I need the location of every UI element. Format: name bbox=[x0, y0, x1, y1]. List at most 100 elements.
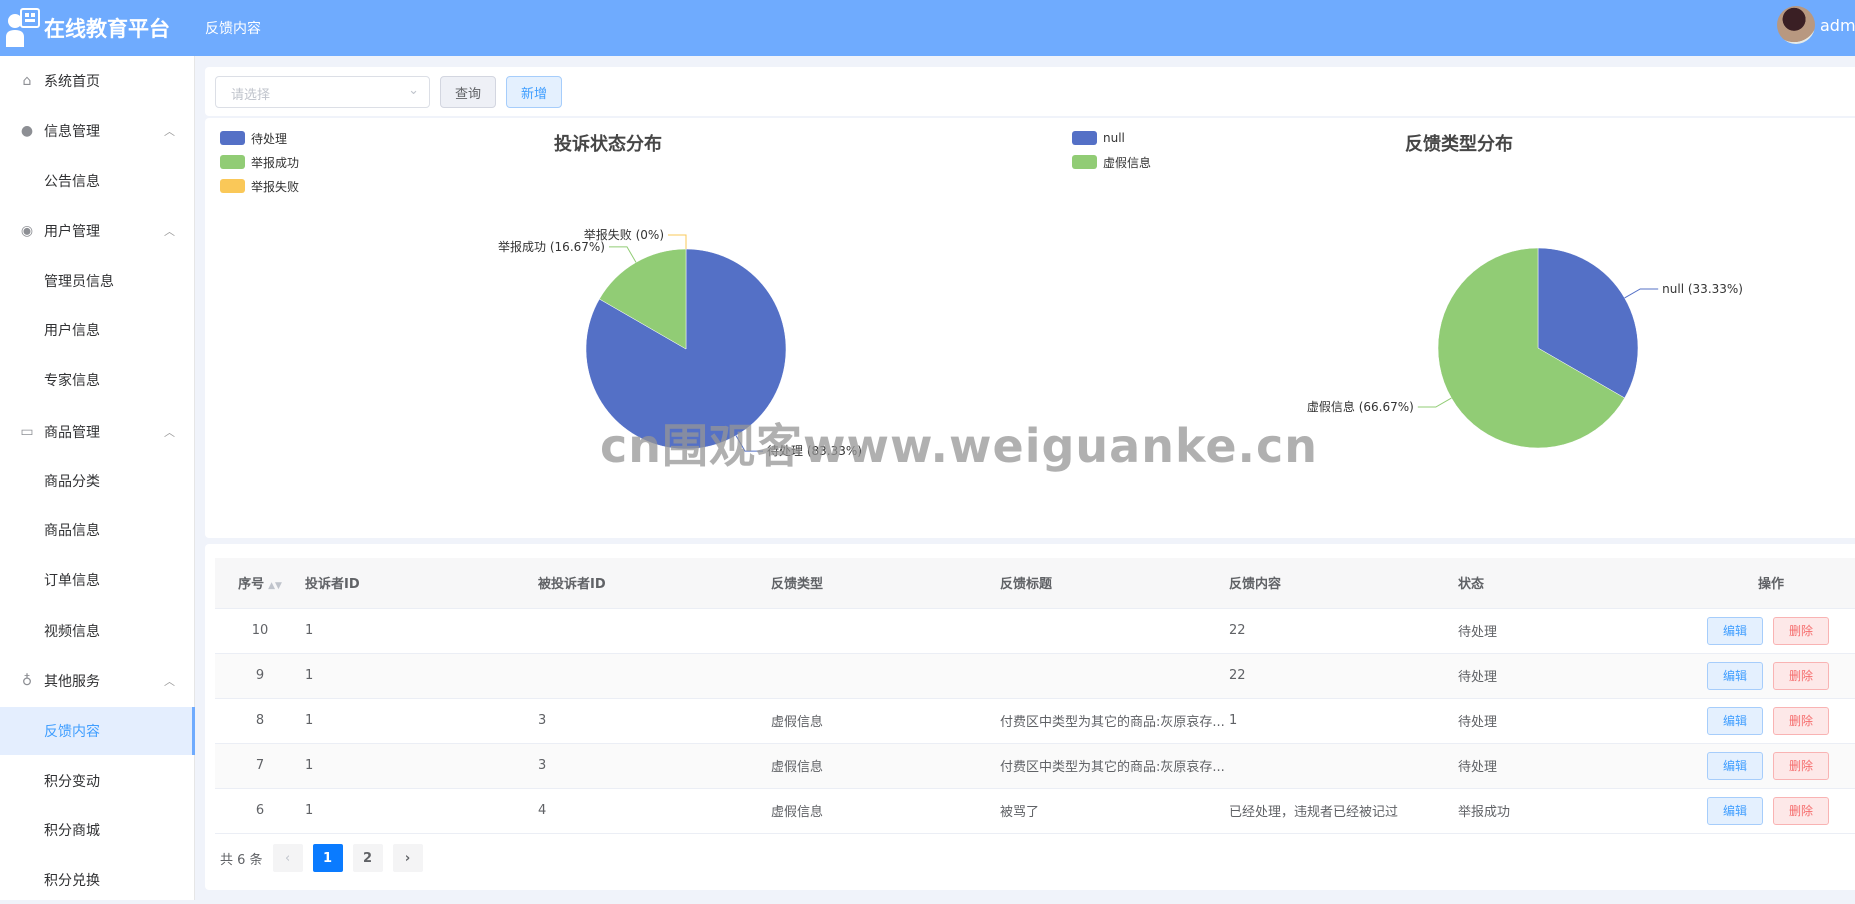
table-cell: 已经处理，违规者已经被记过 bbox=[1229, 788, 1458, 834]
query-button[interactable]: 查询 bbox=[440, 76, 496, 108]
table-row: 8 1 3 虚假信息 付费区中类型为其它的商品:灰原哀存... 1 待处理 编辑 删除 bbox=[215, 698, 1855, 744]
table-cell: 1 bbox=[305, 698, 538, 744]
cell-text: 1 bbox=[1229, 713, 1238, 728]
username[interactable]: admi bbox=[1820, 16, 1855, 35]
table-cell: 举报成功 bbox=[1458, 788, 1687, 834]
edit-button[interactable]: 编辑 bbox=[1707, 796, 1763, 825]
cell-text: 被骂了 bbox=[1000, 805, 1040, 820]
prev-page-button[interactable]: ‹ bbox=[272, 844, 303, 872]
table-row: 7 1 3 虚假信息 付费区中类型为其它的商品:灰原哀存... 待处理 编辑 删除 bbox=[215, 743, 1855, 789]
sidebar-item-label: 公告信息 bbox=[44, 174, 100, 190]
add-button[interactable]: 新增 bbox=[506, 76, 562, 108]
sidebar-item-label: 商品信息 bbox=[44, 523, 100, 539]
table-cell bbox=[771, 608, 1000, 654]
table-cell: 待处理 bbox=[1458, 608, 1687, 654]
label-line bbox=[1624, 288, 1659, 299]
table-row: 6 1 4 虚假信息 被骂了 已经处理，违规者已经被记过 举报成功 编辑 删除 bbox=[215, 788, 1855, 834]
edit-button[interactable]: 编辑 bbox=[1707, 751, 1763, 780]
table-cell bbox=[771, 653, 1000, 699]
column-header-label: 状态 bbox=[1458, 577, 1485, 593]
column-header-label: 反馈类型 bbox=[771, 577, 824, 593]
label-line bbox=[1417, 397, 1452, 408]
column-header: 反馈内容 bbox=[1229, 558, 1458, 609]
column-header-label: 操作 bbox=[1757, 577, 1784, 593]
column-header: 反馈标题 bbox=[1000, 558, 1229, 609]
top-header: 在线教育平台 反馈内容 admi bbox=[0, 0, 1855, 56]
sidebar-item[interactable]: 专家信息 bbox=[0, 356, 195, 404]
sidebar-item[interactable]: 管理员信息 bbox=[0, 257, 195, 305]
cell-text: 3 bbox=[538, 713, 547, 728]
sidebar-item[interactable]: 用户信息 bbox=[0, 306, 195, 354]
column-header: 操作 bbox=[1687, 558, 1855, 609]
total-count: 共 6 条 bbox=[220, 852, 263, 868]
edit-button[interactable]: 编辑 bbox=[1707, 616, 1763, 645]
table-cell: 22 bbox=[1229, 608, 1458, 654]
sidebar-item-label: 积分商城 bbox=[44, 823, 100, 839]
slice-label: 虚假信息 (66.67%) bbox=[1307, 399, 1414, 414]
table-cell: 待处理 bbox=[1458, 653, 1687, 699]
column-header-label: 投诉者ID bbox=[305, 577, 360, 593]
cell-text: 3 bbox=[538, 758, 547, 773]
cell-text: 虚假信息 bbox=[771, 715, 824, 730]
sidebar-item[interactable]: 公告信息 bbox=[0, 157, 195, 205]
table-cell: 待处理 bbox=[1458, 743, 1687, 789]
sidebar-item-label: 其他服务 bbox=[44, 674, 100, 690]
chevron-up-icon: ︿ bbox=[164, 125, 175, 138]
table-cell: 10 bbox=[215, 608, 305, 654]
cell-text: 待处理 bbox=[1458, 625, 1498, 640]
sidebar-item[interactable]: 积分商城 bbox=[0, 806, 195, 854]
cell-text: 1 bbox=[305, 713, 314, 728]
table-cell: 3 bbox=[538, 743, 771, 789]
sidebar-item[interactable]: 商品分类 bbox=[0, 457, 195, 505]
delete-button[interactable]: 删除 bbox=[1773, 616, 1829, 645]
cell-text: 1 bbox=[305, 803, 314, 818]
chevron-up-icon: ︿ bbox=[164, 225, 175, 238]
delete-button[interactable]: 删除 bbox=[1773, 796, 1829, 825]
sidebar-item[interactable]: 订单信息 bbox=[0, 556, 195, 604]
sidebar: ⌂ 系统首页 ● 信息管理 ︿ 公告信息 ◉ 用户管理 ︿ 管理员信息 用户信息 专家信息 ▭ 商品管理 ︿… bbox=[0, 56, 195, 900]
sidebar-item[interactable]: ♁ 其他服务 ︿ bbox=[0, 657, 195, 705]
delete-button[interactable]: 删除 bbox=[1773, 661, 1829, 690]
type-select[interactable]: 请选择 ⌄ bbox=[215, 76, 430, 108]
table-cell: 22 bbox=[1229, 653, 1458, 699]
page-1-button[interactable]: 1 bbox=[312, 844, 343, 872]
cell-text: 付费区中类型为其它的商品:灰原哀存... bbox=[1000, 715, 1225, 730]
column-header[interactable]: 序号 ▲▼ bbox=[215, 558, 305, 609]
cell-text: 4 bbox=[538, 803, 547, 818]
cell-text: 虚假信息 bbox=[771, 760, 824, 775]
page-2-button[interactable]: 2 bbox=[352, 844, 383, 872]
actions-cell: 编辑 删除 bbox=[1687, 608, 1855, 654]
cell-text: 虚假信息 bbox=[771, 805, 824, 820]
sidebar-item[interactable]: 商品信息 bbox=[0, 506, 195, 554]
sidebar-item-label: 商品管理 bbox=[44, 425, 100, 441]
delete-button[interactable]: 删除 bbox=[1773, 751, 1829, 780]
table-cell: 虚假信息 bbox=[771, 743, 1000, 789]
next-page-button[interactable]: › bbox=[392, 844, 423, 872]
slice-label: null (33.33%) bbox=[1662, 282, 1743, 296]
sidebar-item[interactable]: 积分兑换 bbox=[0, 856, 195, 904]
cell-text: 22 bbox=[1229, 668, 1246, 683]
cell-text: 举报成功 bbox=[1458, 805, 1511, 820]
sort-icon[interactable]: ▲▼ bbox=[268, 581, 282, 591]
select-placeholder: 请选择 bbox=[231, 88, 271, 103]
table-row: 10 1 22 待处理 编辑 删除 bbox=[215, 608, 1855, 654]
sidebar-item-label: 订单信息 bbox=[44, 573, 100, 589]
sidebar-item[interactable]: 反馈内容 bbox=[0, 707, 195, 755]
table-cell: 7 bbox=[215, 743, 305, 789]
column-header-label: 被投诉者ID bbox=[538, 577, 606, 593]
edit-button[interactable]: 编辑 bbox=[1707, 706, 1763, 735]
column-header-label: 序号 bbox=[238, 577, 265, 593]
sidebar-item[interactable]: ⌂ 系统首页 bbox=[0, 57, 195, 105]
feedback-table: 序号 ▲▼ 投诉者ID 被投诉者ID 反馈类型 反馈标题 反馈内容 状态 操作 10 1 22 待处理… bbox=[215, 558, 1855, 834]
sidebar-item[interactable]: 积分变动 bbox=[0, 757, 195, 805]
sidebar-item[interactable]: ● 信息管理 ︿ bbox=[0, 107, 195, 155]
delete-button[interactable]: 删除 bbox=[1773, 706, 1829, 735]
avatar[interactable] bbox=[1777, 6, 1815, 44]
sidebar-item[interactable]: ▭ 商品管理 ︿ bbox=[0, 408, 195, 456]
table-cell: 虚假信息 bbox=[771, 698, 1000, 744]
sidebar-item[interactable]: 视频信息 bbox=[0, 607, 195, 655]
column-header: 状态 bbox=[1458, 558, 1687, 609]
edit-button[interactable]: 编辑 bbox=[1707, 661, 1763, 690]
table-cell: 付费区中类型为其它的商品:灰原哀存... bbox=[1000, 698, 1229, 744]
sidebar-item[interactable]: ◉ 用户管理 ︿ bbox=[0, 207, 195, 255]
